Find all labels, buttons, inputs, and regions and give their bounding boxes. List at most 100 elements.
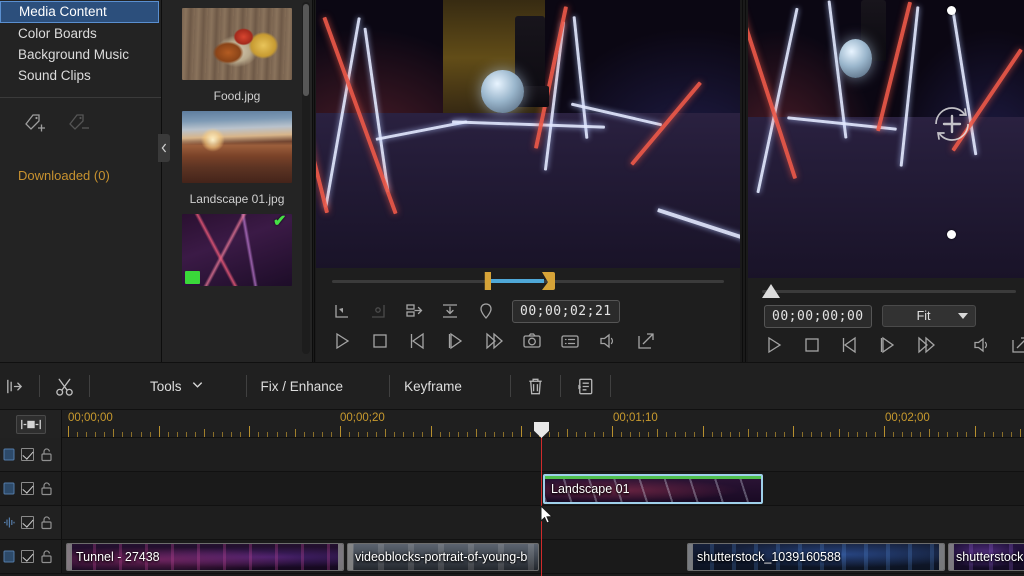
preview-timecode-field[interactable]: 00;00;02;21: [512, 299, 620, 323]
panel-collapse-button[interactable]: [158, 134, 170, 162]
media-thumbnail-neon[interactable]: ✔: [182, 214, 292, 286]
media-item[interactable]: Landscape 01.jpg: [162, 103, 312, 206]
track-visibility-checkbox[interactable]: [21, 550, 34, 563]
video-track-icon[interactable]: [3, 481, 15, 496]
timeline-clip[interactable]: Tunnel - 27438: [66, 543, 344, 571]
audio-track-icon[interactable]: [3, 515, 15, 530]
track-lock-icon[interactable]: [40, 515, 53, 530]
scissors-icon[interactable]: [54, 376, 75, 397]
track-lane[interactable]: [62, 438, 1024, 471]
fix-enhance-button[interactable]: Fix / Enhance: [261, 363, 344, 409]
ruler-tick: [720, 432, 722, 437]
toolbar-divider: [559, 375, 561, 397]
timeline-track-row: Tunnel - 27438 videoblocks-portrait-of-y…: [0, 540, 1024, 574]
source-timecode-field[interactable]: 00;00;00;00: [764, 304, 872, 328]
track-visibility-checkbox[interactable]: [21, 482, 34, 495]
export-icon[interactable]: [1010, 335, 1024, 355]
ruler-tick: [693, 432, 695, 437]
track-lane[interactable]: Tunnel - 27438 videoblocks-portrait-of-y…: [62, 540, 1024, 573]
media-grid-scrollbar[interactable]: [302, 2, 310, 354]
sidebar-item-label: Background Music: [18, 47, 130, 62]
timeline-clip[interactable]: videoblocks-portrait-of-young-b: [347, 543, 539, 571]
track-lock-icon[interactable]: [40, 549, 53, 564]
media-thumbnail-food[interactable]: [182, 8, 292, 80]
stop-icon[interactable]: [370, 331, 390, 351]
video-track-icon[interactable]: [3, 447, 15, 462]
play-icon[interactable]: [332, 331, 352, 351]
source-scrub-bar[interactable]: [748, 278, 1024, 302]
scrollbar-thumb[interactable]: [303, 4, 309, 96]
tools-menu-button[interactable]: Tools: [104, 363, 204, 409]
ruler-tick: [158, 426, 160, 437]
add-marker-icon[interactable]: [4, 376, 25, 397]
timeline-clip[interactable]: Landscape 01: [543, 474, 763, 504]
tag-remove-icon[interactable]: [66, 110, 92, 136]
insert-icon[interactable]: [404, 301, 424, 321]
ruler-tick: [602, 432, 604, 437]
video-track-icon[interactable]: [3, 549, 15, 564]
sidebar-item-color-boards[interactable]: Color Boards: [0, 23, 161, 44]
scrub-selection-range[interactable]: [488, 279, 544, 283]
mark-in-icon[interactable]: [332, 301, 352, 321]
ruler-tick: [666, 432, 668, 437]
snapshot-icon[interactable]: [522, 331, 542, 351]
fast-forward-icon[interactable]: [484, 331, 504, 351]
track-visibility-checkbox[interactable]: [21, 516, 34, 529]
ruler-tick: [494, 432, 496, 437]
track-visibility-checkbox[interactable]: [21, 448, 34, 461]
tag-add-icon[interactable]: [22, 110, 48, 136]
sidebar-item-background-music[interactable]: Background Music: [0, 44, 161, 65]
zoom-mode-select[interactable]: Fit: [881, 305, 976, 327]
transform-handle-bottom[interactable]: [947, 230, 956, 239]
transform-handle-top[interactable]: [947, 6, 956, 15]
keyframe-button[interactable]: Keyframe: [404, 363, 462, 409]
volume-icon[interactable]: [598, 331, 618, 351]
step-forward-icon[interactable]: [878, 335, 898, 355]
ruler-tick: [729, 432, 731, 437]
toolbar-divider: [89, 375, 90, 397]
fit-timeline-icon[interactable]: [15, 414, 46, 434]
track-lock-icon[interactable]: [40, 481, 53, 496]
sidebar-item-media-content[interactable]: Media Content: [0, 1, 159, 23]
preview-video-stage[interactable]: [316, 0, 740, 268]
source-video-stage[interactable]: [748, 0, 1024, 278]
clip-trim-handle-right[interactable]: [338, 544, 343, 570]
toolbar-divider: [245, 375, 247, 397]
media-thumbnail-landscape[interactable]: [182, 111, 292, 183]
ruler-tick: [167, 432, 169, 437]
timeline-clip[interactable]: shutterstock_1039160588: [687, 543, 945, 571]
play-icon[interactable]: [764, 335, 784, 355]
media-item[interactable]: Food.jpg: [162, 0, 312, 103]
properties-icon[interactable]: [575, 376, 596, 397]
mark-out-icon[interactable]: [368, 301, 388, 321]
media-thumbnail-grid[interactable]: Food.jpg Landscape 01.jpg ✔: [162, 0, 312, 362]
ruler-time-label: 00;02;00: [885, 412, 930, 424]
scrub-track[interactable]: [762, 290, 1016, 293]
step-back-icon[interactable]: [408, 331, 428, 351]
clip-trim-handle-right[interactable]: [939, 544, 944, 570]
source-playhead-handle[interactable]: [762, 284, 780, 298]
step-back-icon[interactable]: [840, 335, 860, 355]
stop-icon[interactable]: [802, 335, 822, 355]
marker-icon[interactable]: [476, 301, 496, 321]
timeline-clip[interactable]: shutterstock: [948, 543, 1024, 571]
ruler-tick: [920, 432, 922, 437]
sidebar-item-sound-clips[interactable]: Sound Clips: [0, 65, 161, 86]
clip-title: Landscape 01: [551, 482, 630, 496]
track-lock-icon[interactable]: [40, 447, 53, 462]
preview-scrub-bar[interactable]: [316, 268, 740, 296]
track-lane[interactable]: Landscape 01: [62, 472, 1024, 505]
volume-icon[interactable]: [972, 335, 992, 355]
export-icon[interactable]: [636, 331, 656, 351]
ruler-tick: [593, 432, 595, 437]
rotate-transform-gizmo[interactable]: [926, 98, 978, 150]
media-item[interactable]: ✔: [162, 206, 312, 286]
step-forward-icon[interactable]: [446, 331, 466, 351]
list-icon[interactable]: [560, 331, 580, 351]
downloaded-label[interactable]: Downloaded (0): [0, 136, 161, 183]
editing-toolbar: Tools Fix / Enhance Keyframe: [0, 362, 1024, 410]
fast-forward-icon[interactable]: [916, 335, 936, 355]
overwrite-icon[interactable]: [440, 301, 460, 321]
ruler-tick: [321, 432, 323, 437]
trash-icon[interactable]: [525, 376, 546, 397]
